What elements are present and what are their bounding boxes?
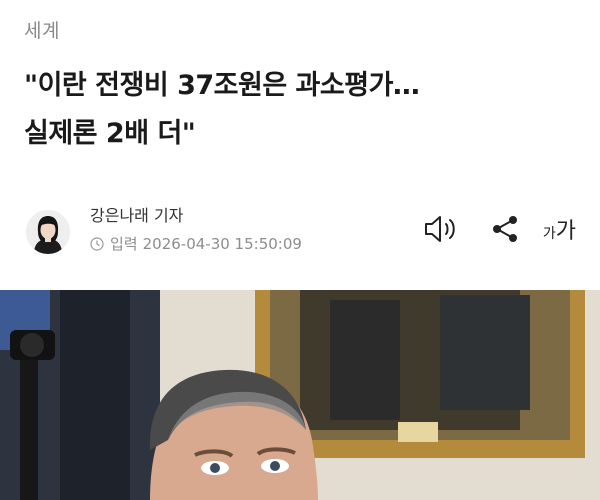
font-size-small-glyph: 가 [542, 225, 556, 241]
clock-icon [90, 236, 104, 251]
font-size-large-glyph: 가 [555, 218, 576, 243]
article-headline: "이란 전쟁비 37조원은 과소평가… 실제론 2배 더" [24, 62, 576, 158]
font-size-button[interactable]: 가 가 [543, 212, 576, 246]
section-label[interactable]: 세계 [24, 16, 60, 43]
speaker-icon[interactable] [423, 212, 461, 246]
headline-line-2: 실제론 2배 더" [24, 118, 196, 149]
reporter-avatar [26, 210, 70, 254]
headline-line-1: "이란 전쟁비 37조원은 과소평가… [24, 70, 420, 101]
published-date: 입력 2026-04-30 15:50:09 [90, 233, 302, 254]
share-icon[interactable] [489, 212, 521, 246]
article-tools: 가 가 [423, 212, 576, 246]
reporter-name[interactable]: 강은나래 기자 [90, 202, 183, 226]
published-label: 입력 [110, 235, 138, 253]
byline: 강은나래 기자 입력 2026-04-30 15:50:09 가 가 [24, 202, 576, 262]
article-photo [0, 290, 600, 500]
published-timestamp: 2026-04-30 15:50:09 [142, 234, 302, 253]
